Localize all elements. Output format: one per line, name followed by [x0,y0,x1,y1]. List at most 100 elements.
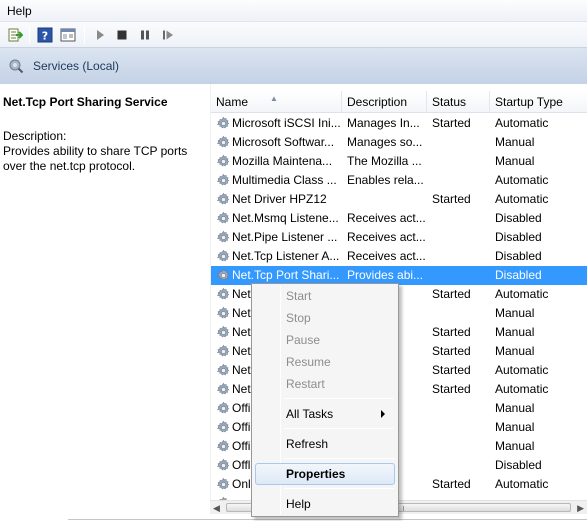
service-startup-type: Manual [495,439,535,453]
service-gear-icon [216,249,231,264]
services-header-banner: Services (Local) [0,48,587,84]
service-startup-type: Disabled [495,211,542,225]
submenu-arrow-icon [381,410,385,418]
service-gear-icon [216,192,231,207]
service-startup-type: Automatic [495,363,549,377]
menu-item-refresh[interactable]: Refresh [255,433,395,455]
service-name: Mozilla Maintena... [232,154,333,168]
service-gear-icon [216,173,231,188]
scroll-right-icon[interactable]: ▶ [577,503,584,514]
list-header: Name ▲ Description Status Startup Type [211,91,587,113]
service-gear-icon [216,477,231,492]
column-header-startup-label: Startup Type [495,95,563,109]
table-row[interactable]: Net.Tcp Listener A... Receives act... Disa… [211,247,587,266]
banner-title: Services (Local) [33,59,120,73]
menu-item-restart[interactable]: Restart [255,373,395,395]
service-description: Receives act... [347,230,426,244]
service-startup-type: Manual [495,135,535,149]
menu-item-resume[interactable]: Resume [255,351,395,373]
service-startup-type: Automatic [495,116,549,130]
show-hide-console-tree-icon[interactable] [58,25,78,45]
description-text: Provides ability to share TCP ports over… [3,144,188,173]
menu-item-pause[interactable]: Pause [255,329,395,351]
service-name: Net.Pipe Listener ... [232,230,338,244]
restart-service-icon[interactable] [158,25,178,45]
service-startup-type: Automatic [495,287,549,301]
stop-service-icon[interactable] [112,25,132,45]
service-gear-icon [216,363,231,378]
menu-item-all-tasks-label: All Tasks [286,407,334,421]
pause-service-icon[interactable] [135,25,155,45]
service-gear-icon [216,325,231,340]
scroll-left-icon[interactable]: ◀ [213,503,220,514]
service-gear-icon [216,230,231,245]
service-status: Started [432,382,471,396]
service-status: Started [432,477,471,491]
export-list-icon[interactable] [5,25,25,45]
service-gear-icon [216,116,231,131]
svg-text:?: ? [42,30,48,43]
service-status: Started [432,363,471,377]
services-gear-icon [8,58,24,77]
help-icon[interactable]: ? [35,25,55,45]
service-startup-type: Manual [495,344,535,358]
service-name: Net.Tcp Listener A... [232,249,340,263]
menu-item-stop[interactable]: Stop [255,307,395,329]
service-status: Started [432,287,471,301]
description-pane: Net.Tcp Port Sharing Service Description… [0,84,210,521]
column-header-name[interactable]: Name ▲ [211,91,342,113]
service-name: Microsoft iSCSI Ini... [232,116,341,130]
service-description: Enables rela... [347,173,424,187]
service-gear-icon [216,287,231,302]
service-gear-icon [216,458,231,473]
service-startup-type: Disabled [495,458,542,472]
service-startup-type: Manual [495,154,535,168]
service-status: Started [432,192,471,206]
service-gear-icon [216,135,231,150]
table-row[interactable]: Microsoft Softwar... Manages so... Manual [211,133,587,152]
column-header-name-label: Name [216,95,249,109]
table-row[interactable]: Multimedia Class ... Enables rela... Autom… [211,171,587,190]
service-name: Net.Msmq Listene... [232,211,339,225]
column-header-description[interactable]: Description [342,91,427,113]
service-gear-icon [216,420,231,435]
service-startup-type: Automatic [495,477,549,491]
table-row[interactable]: Net Driver HPZ12 Started Automatic [211,190,587,209]
context-menu: Start Stop Pause Resume Restart All Task… [251,283,399,517]
service-startup-type: Manual [495,325,535,339]
service-startup-type: Manual [495,401,535,415]
selected-service-title: Net.Tcp Port Sharing Service [3,95,168,109]
menu-item-properties[interactable]: Properties [255,463,395,485]
table-row[interactable]: Net.Msmq Listene... Receives act... Disabl… [211,209,587,228]
service-status: Started [432,325,471,339]
toolbar: ? [0,22,587,48]
service-gear-icon [216,382,231,397]
service-gear-icon [216,211,231,226]
start-service-icon[interactable] [90,25,110,45]
service-status: Started [432,116,471,130]
menu-bar: Help [0,0,587,22]
service-gear-icon [216,439,231,454]
menu-item-help[interactable]: Help [255,493,395,515]
service-name: Net Driver HPZ12 [232,192,327,206]
menu-help[interactable]: Help [4,3,35,19]
sort-ascending-icon: ▲ [270,94,278,103]
menu-item-start[interactable]: Start [255,285,395,307]
service-status: Started [432,344,471,358]
description-label: Description: [3,129,67,143]
service-name: Microsoft Softwar... [232,135,335,149]
service-startup-type: Manual [495,306,535,320]
table-row[interactable]: Microsoft iSCSI Ini... Manages In... Start… [211,114,587,133]
service-gear-icon [216,154,231,169]
service-gear-icon [216,401,231,416]
service-name: Multimedia Class ... [232,173,337,187]
menu-item-all-tasks[interactable]: All Tasks [255,403,395,425]
service-description: The Mozilla ... [347,154,422,168]
service-description: Receives act... [347,249,426,263]
service-gear-icon [216,306,231,321]
column-header-status[interactable]: Status [427,91,490,113]
column-header-startup-type[interactable]: Startup Type [490,91,587,113]
table-row[interactable]: Net.Pipe Listener ... Receives act... Disa… [211,228,587,247]
table-row[interactable]: Mozilla Maintena... The Mozilla ... Manual [211,152,587,171]
column-header-status-label: Status [432,95,467,109]
